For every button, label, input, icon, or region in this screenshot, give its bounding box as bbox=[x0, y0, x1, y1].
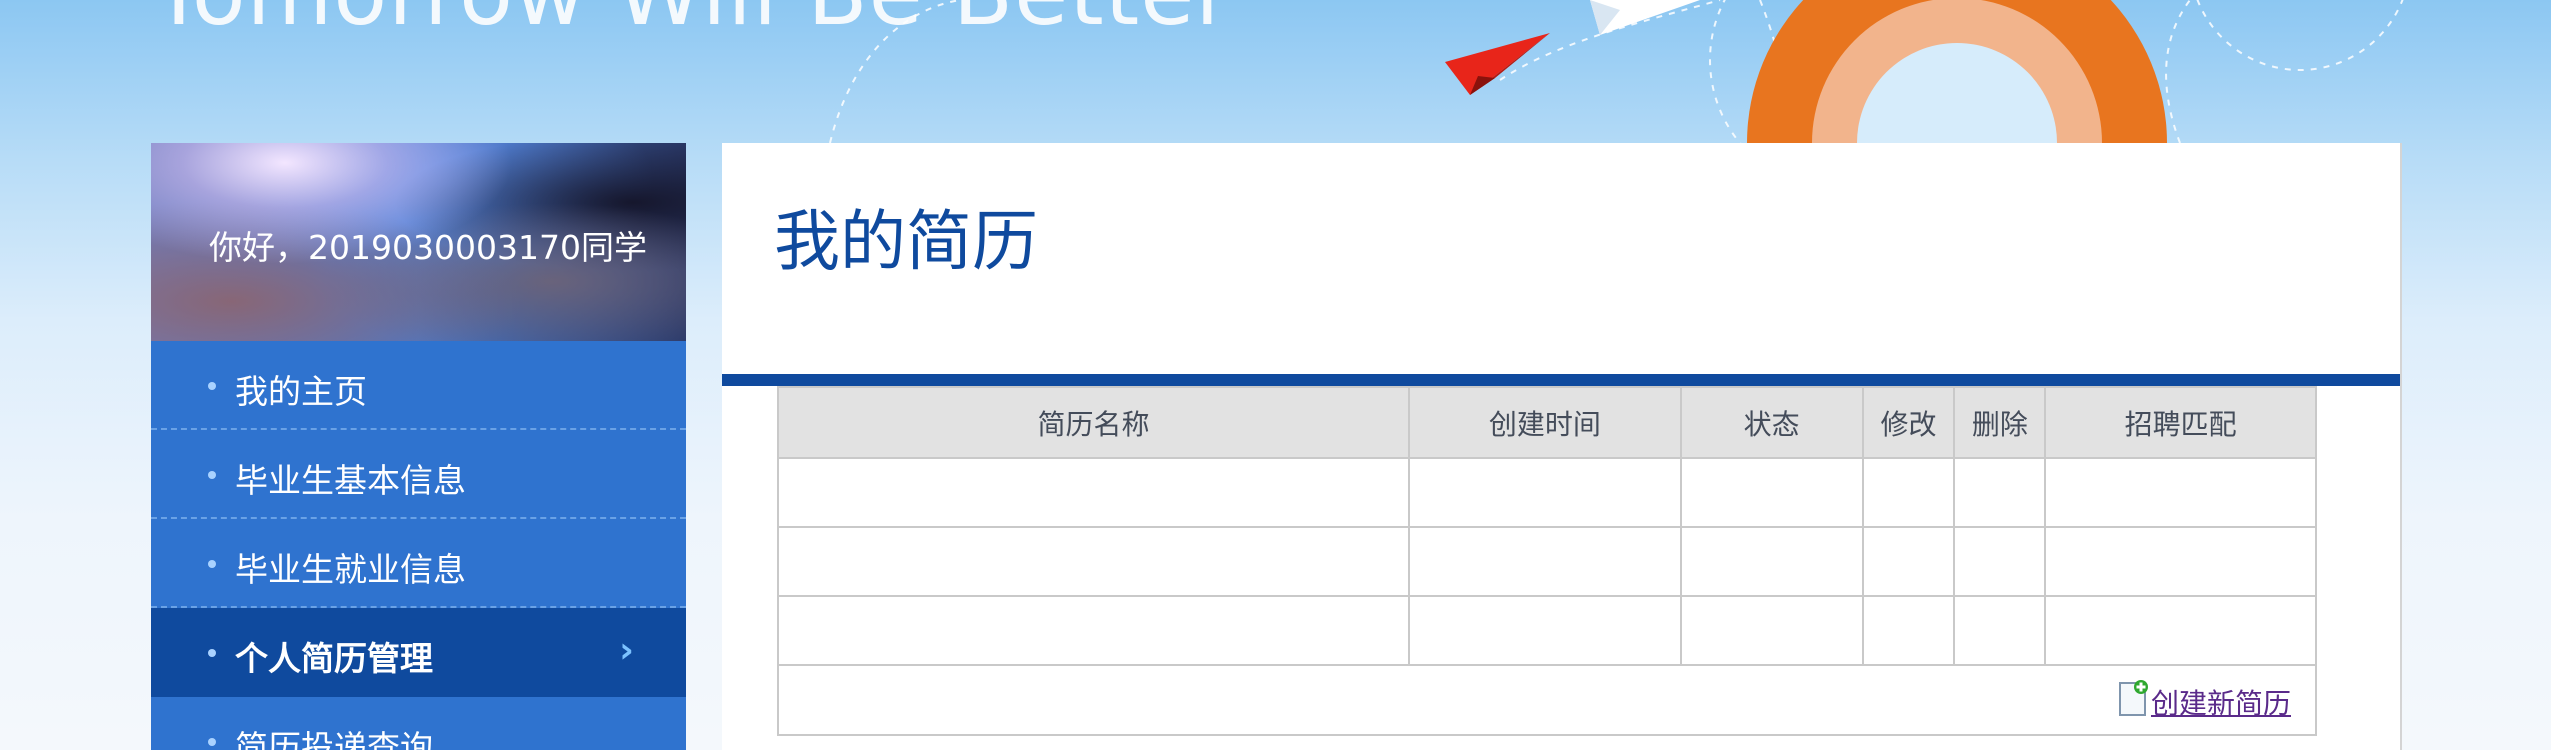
column-header-resume-name: 简历名称 bbox=[776, 386, 1411, 459]
table-cell bbox=[1679, 526, 1864, 597]
title-divider bbox=[722, 374, 2401, 386]
page-title: 我的简历 bbox=[774, 203, 1038, 280]
table-cell bbox=[1408, 526, 1682, 597]
sidebar: 你好，2019030003170同学 我的主页 毕业生基本信息 毕业生就业信息 … bbox=[151, 143, 686, 750]
bullet-icon bbox=[208, 382, 216, 390]
sidebar-item-delivery-query[interactable]: 简历投递查询 bbox=[151, 697, 686, 750]
table-header-row: 简历名称 创建时间 状态 修改 删除 招聘匹配 bbox=[776, 386, 2317, 459]
sidebar-item-label: 我的主页 bbox=[235, 372, 367, 411]
table-row bbox=[776, 457, 2317, 528]
table-row bbox=[776, 595, 2317, 666]
create-new-resume-link[interactable]: 创建新简历 bbox=[2151, 687, 2291, 720]
table-cell bbox=[1679, 457, 1864, 528]
paper-plane-white-icon bbox=[1590, 0, 1700, 35]
table-cell bbox=[1861, 457, 1956, 528]
sidebar-item-label: 毕业生就业信息 bbox=[235, 550, 466, 589]
sidebar-item-home[interactable]: 我的主页 bbox=[151, 341, 686, 430]
bullet-icon bbox=[208, 738, 216, 746]
sidebar-item-basic-info[interactable]: 毕业生基本信息 bbox=[151, 430, 686, 519]
table-footer-row: 创建新简历 bbox=[777, 664, 2317, 736]
table-cell bbox=[2044, 526, 2317, 597]
sidebar-item-resume-management[interactable]: 个人简历管理 › bbox=[151, 608, 686, 697]
sidebar-item-label: 简历投递查询 bbox=[235, 728, 433, 750]
column-header-created-time: 创建时间 bbox=[1408, 386, 1682, 459]
bullet-icon bbox=[208, 560, 216, 568]
table-footer-cell: 创建新简历 bbox=[777, 664, 2317, 736]
table-cell bbox=[1408, 595, 1682, 666]
bullet-icon bbox=[208, 649, 216, 657]
paper-plane-red-icon bbox=[1445, 33, 1550, 95]
table-row bbox=[776, 526, 2317, 597]
table-cell bbox=[2044, 595, 2317, 666]
banner-slogan: Tomorrow Will Be Better bbox=[152, 0, 1233, 45]
sidebar-profile-header: 你好，2019030003170同学 bbox=[151, 143, 686, 341]
column-header-job-match: 招聘匹配 bbox=[2044, 386, 2317, 459]
column-header-status: 状态 bbox=[1679, 386, 1864, 459]
new-document-icon bbox=[2118, 679, 2148, 716]
table-cell bbox=[1861, 526, 1956, 597]
table-cell bbox=[2044, 457, 2317, 528]
sidebar-item-label: 毕业生基本信息 bbox=[235, 461, 466, 500]
table-cell bbox=[1953, 457, 2047, 528]
main-panel: 我的简历 简历名称 创建时间 状态 修改 删除 招聘匹配 创建新简历 bbox=[722, 143, 2401, 750]
bullet-icon bbox=[208, 471, 216, 479]
chevron-right-icon: › bbox=[619, 630, 634, 671]
table-cell bbox=[776, 457, 1411, 528]
table-cell bbox=[1861, 595, 1956, 666]
orange-ring-decoration bbox=[1747, 0, 2167, 143]
table-cell bbox=[1679, 595, 1864, 666]
column-header-delete: 删除 bbox=[1953, 386, 2047, 459]
table-cell bbox=[1953, 595, 2047, 666]
table-cell bbox=[776, 595, 1411, 666]
column-header-edit: 修改 bbox=[1861, 386, 1956, 459]
user-greeting: 你好，2019030003170同学 bbox=[209, 228, 647, 267]
sidebar-item-label: 个人简历管理 bbox=[235, 639, 433, 678]
resume-table: 简历名称 创建时间 状态 修改 删除 招聘匹配 创建新简历 bbox=[776, 386, 2317, 736]
panel-right-border bbox=[2400, 143, 2402, 750]
table-cell bbox=[776, 526, 1411, 597]
table-cell bbox=[1953, 526, 2047, 597]
table-cell bbox=[1408, 457, 1682, 528]
sidebar-item-employment-info[interactable]: 毕业生就业信息 bbox=[151, 519, 686, 608]
